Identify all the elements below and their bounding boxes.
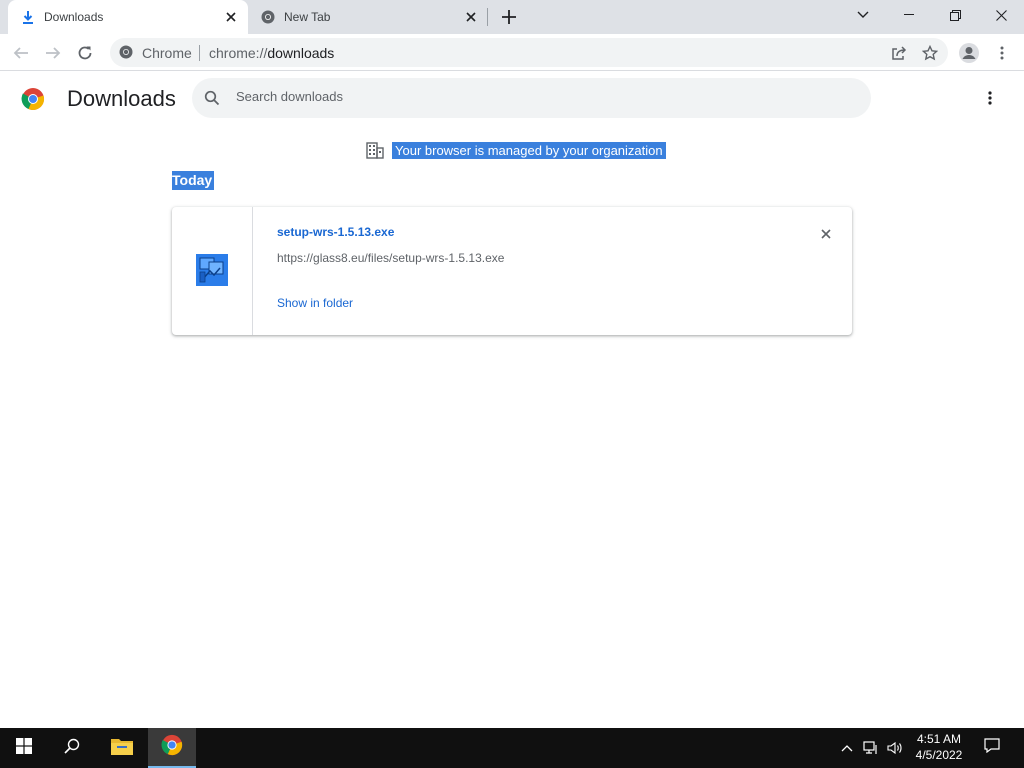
reload-button[interactable] (72, 40, 98, 66)
minimize-button[interactable] (886, 0, 932, 30)
taskbar-search-button[interactable] (48, 728, 96, 768)
url-text[interactable]: chrome://downloads (209, 45, 334, 61)
taskbar-file-explorer[interactable] (98, 728, 146, 768)
share-icon[interactable] (886, 40, 912, 66)
remove-item-close-icon[interactable] (816, 224, 836, 244)
restore-button[interactable] (932, 0, 978, 30)
downloads-header: Downloads (0, 72, 1024, 126)
taskbar: 4:51 AM 4/5/2022 (0, 728, 1024, 768)
search-icon (64, 738, 80, 759)
new-tab-button[interactable] (498, 6, 520, 28)
tab-strip: Downloads New Tab (0, 0, 1024, 34)
notification-icon (984, 738, 1000, 758)
download-icon (20, 9, 36, 25)
download-item: setup-wrs-1.5.13.exe https://glass8.eu/f… (172, 207, 852, 335)
forward-button[interactable] (40, 40, 66, 66)
search-icon (204, 90, 220, 106)
date-group-header: Today (172, 171, 215, 190)
url-host: downloads (267, 45, 335, 61)
system-clock[interactable]: 4:51 AM 4/5/2022 (908, 731, 970, 763)
more-menu-icon[interactable] (989, 40, 1015, 66)
chrome-icon (118, 44, 134, 60)
tab-separator (487, 8, 488, 26)
close-icon[interactable] (462, 8, 480, 26)
chevron-up-icon[interactable] (838, 739, 856, 757)
search-box[interactable] (192, 78, 871, 118)
taskbar-chrome[interactable] (148, 728, 196, 768)
tab-new-tab[interactable]: New Tab (248, 0, 488, 34)
building-icon (366, 141, 384, 159)
volume-icon[interactable] (886, 739, 904, 757)
chrome-logo-icon (161, 734, 183, 761)
bookmark-star-icon[interactable] (917, 40, 943, 66)
managed-notice-text[interactable]: Your browser is managed by your organiza… (392, 141, 666, 159)
source-url[interactable]: https://glass8.eu/files/setup-wrs-1.5.13… (277, 251, 504, 265)
close-icon[interactable] (222, 8, 240, 26)
address-bar[interactable]: Chrome chrome://downloads (110, 38, 948, 67)
divider (199, 45, 200, 61)
notification-center-button[interactable] (976, 728, 1008, 768)
clock-time: 4:51 AM (916, 732, 962, 746)
toolbar: Chrome chrome://downloads (0, 34, 1024, 71)
clock-date: 4/5/2022 (915, 748, 963, 762)
tab-label: New Tab (284, 10, 331, 24)
exe-file-icon (196, 254, 228, 286)
chrome-logo-icon (21, 87, 45, 111)
tab-search-button[interactable] (840, 0, 886, 30)
show-in-folder-link[interactable]: Show in folder (277, 296, 353, 310)
managed-notice: Your browser is managed by your organiza… (366, 140, 666, 160)
folder-icon (111, 737, 133, 760)
file-icon-column (172, 207, 253, 335)
search-input[interactable] (236, 89, 836, 104)
close-window-button[interactable] (978, 0, 1024, 30)
profile-avatar[interactable] (956, 40, 982, 66)
back-button[interactable] (8, 40, 34, 66)
tab-label: Downloads (44, 10, 104, 24)
downloads-more-menu-icon[interactable] (978, 86, 1002, 110)
start-button[interactable] (0, 728, 48, 768)
page-title: Downloads (67, 86, 176, 111)
chrome-icon (260, 9, 276, 25)
windows-logo-icon (16, 737, 32, 759)
tab-downloads[interactable]: Downloads (8, 0, 248, 34)
file-name-link[interactable]: setup-wrs-1.5.13.exe (277, 225, 394, 239)
site-chip[interactable]: Chrome (142, 45, 192, 61)
network-icon[interactable] (862, 739, 880, 757)
url-scheme: chrome:// (209, 45, 268, 61)
